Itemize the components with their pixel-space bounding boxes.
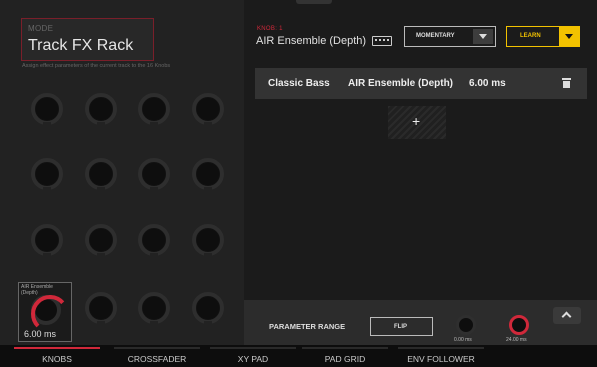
tab-env-follower[interactable]: ENV FOLLOWER bbox=[398, 345, 484, 367]
selected-knob-value: 6.00 ms bbox=[24, 329, 57, 339]
tab-label: PAD GRID bbox=[324, 354, 366, 364]
tab-bar: KNOBS CROSSFADER XY PAD PAD GRID ENV FOL… bbox=[0, 345, 597, 367]
assignment-row[interactable]: Classic Bass AIR Ensemble (Depth) 6.00 m… bbox=[255, 68, 587, 99]
flip-button[interactable]: FLIP bbox=[370, 317, 433, 336]
chevron-down-icon[interactable] bbox=[473, 29, 493, 44]
tab-pad-grid[interactable]: PAD GRID bbox=[302, 345, 388, 367]
collapse-button[interactable] bbox=[553, 307, 581, 324]
parameter-range-bar: PARAMETER RANGE FLIP 0.00 ms 24.00 ms bbox=[244, 300, 597, 345]
knob-16[interactable] bbox=[192, 292, 224, 325]
parameter-range-label: PARAMETER RANGE bbox=[269, 322, 346, 331]
tab-knobs[interactable]: KNOBS bbox=[14, 345, 100, 367]
knob-1[interactable] bbox=[31, 93, 63, 126]
tab-label: ENV FOLLOWER bbox=[407, 354, 475, 364]
range-max-knob[interactable] bbox=[509, 315, 529, 335]
tab-crossfader[interactable]: CROSSFADER bbox=[114, 345, 200, 367]
knob-13-selected[interactable]: AIR Ensemble (Depth) 6.00 ms bbox=[18, 282, 72, 342]
knob-12[interactable] bbox=[192, 224, 224, 257]
knob-15[interactable] bbox=[138, 292, 170, 325]
chevron-down-icon[interactable] bbox=[559, 27, 579, 46]
range-max-value: 24.00 ms bbox=[506, 337, 527, 343]
learn-button[interactable]: LEARN bbox=[506, 26, 580, 47]
mode-label: MODE bbox=[28, 24, 54, 33]
left-panel: MODE Track FX Rack Assign effect paramet… bbox=[0, 0, 244, 345]
range-min-knob[interactable] bbox=[456, 315, 476, 335]
keyboard-icon[interactable] bbox=[372, 36, 392, 46]
knob-parameter-name[interactable]: AIR Ensemble (Depth) bbox=[256, 35, 366, 47]
knob-11[interactable] bbox=[138, 224, 170, 257]
learn-label: LEARN bbox=[520, 33, 541, 39]
knob-mode-value: MOMENTARY bbox=[416, 33, 455, 39]
knob-7[interactable] bbox=[138, 158, 170, 191]
knob-number-label: KNOB: 1 bbox=[257, 26, 283, 32]
knob-2[interactable] bbox=[85, 93, 117, 126]
flip-label: FLIP bbox=[394, 324, 407, 330]
mode-description: Assign effect parameters of the current … bbox=[22, 63, 171, 69]
knob-5[interactable] bbox=[31, 158, 63, 191]
assignment-track: Classic Bass bbox=[268, 78, 330, 89]
tab-label: XY PAD bbox=[237, 354, 269, 364]
trash-icon[interactable] bbox=[562, 78, 571, 88]
knob-3[interactable] bbox=[138, 93, 170, 126]
tab-label: CROSSFADER bbox=[127, 354, 187, 364]
knob-10[interactable] bbox=[85, 224, 117, 257]
range-min-value: 0.00 ms bbox=[454, 337, 472, 343]
tab-label: KNOBS bbox=[42, 354, 72, 364]
right-panel bbox=[244, 0, 597, 345]
plus-icon: + bbox=[412, 113, 421, 129]
knob-mode-dropdown[interactable]: MOMENTARY bbox=[404, 26, 496, 47]
knob-6[interactable] bbox=[85, 158, 117, 191]
tab-xy-pad[interactable]: XY PAD bbox=[210, 345, 296, 367]
mode-value: Track FX Rack bbox=[28, 37, 134, 54]
add-assignment-button[interactable]: + bbox=[388, 106, 446, 139]
knob-8[interactable] bbox=[192, 158, 224, 191]
assignment-parameter: AIR Ensemble (Depth) bbox=[348, 78, 454, 89]
mode-selector[interactable]: MODE Track FX Rack bbox=[21, 18, 154, 61]
chevron-up-icon bbox=[561, 311, 572, 322]
knob-14[interactable] bbox=[85, 292, 117, 325]
selected-knob-dial[interactable] bbox=[31, 295, 65, 328]
assignment-value: 6.00 ms bbox=[469, 78, 506, 89]
knob-9[interactable] bbox=[31, 224, 63, 257]
knob-4[interactable] bbox=[192, 93, 224, 126]
top-handle bbox=[296, 0, 332, 4]
